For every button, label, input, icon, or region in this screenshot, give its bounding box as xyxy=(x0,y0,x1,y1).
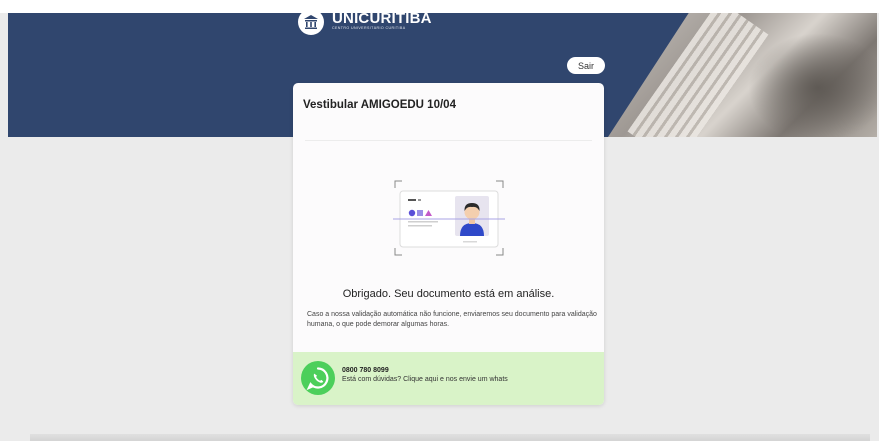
document-scan-illustration xyxy=(393,180,505,256)
success-title: Obrigado. Seu documento está em análise. xyxy=(342,288,555,300)
building-icon xyxy=(298,13,324,35)
logo-title: UNICURITIBA xyxy=(332,13,432,27)
success-description: Caso a nossa validação automática não fu… xyxy=(307,311,597,328)
top-strip xyxy=(0,0,879,13)
logo-subtitle: CENTRO UNIVERSITÁRIO CURITIBA xyxy=(332,26,406,30)
whatsapp-icon[interactable] xyxy=(301,361,335,395)
logout-button[interactable]: Sair xyxy=(567,57,605,74)
whatsapp-help-link[interactable]: Está com dúvidas? Clique aqui e nos envi… xyxy=(342,376,508,383)
card-divider xyxy=(305,140,592,141)
logo: UNICURITIBA CENTRO UNIVERSITÁRIO CURITIB… xyxy=(298,13,432,37)
hero-photo-hand xyxy=(748,33,877,137)
card-title: Vestibular AMIGOEDU 10/04 xyxy=(303,99,456,111)
hero-photo xyxy=(608,13,877,137)
whatsapp-phone[interactable]: 0800 780 8099 xyxy=(342,367,389,374)
next-section-edge xyxy=(30,434,870,441)
validation-card: Vestibular AMIGOEDU 10/04 Obrigado. Seu … xyxy=(293,83,604,405)
logo-text: UNICURITIBA CENTRO UNIVERSITÁRIO CURITIB… xyxy=(332,13,432,31)
whatsapp-contact-bar[interactable]: 0800 780 8099 Está com dúvidas? Clique a… xyxy=(293,352,604,405)
